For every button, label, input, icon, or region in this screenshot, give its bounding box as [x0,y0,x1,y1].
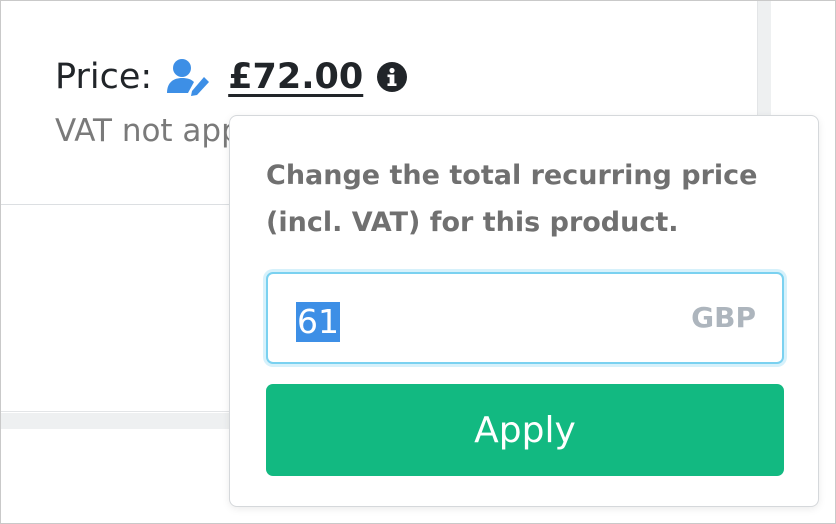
price-input-group[interactable]: 61 GBP [266,272,784,364]
window-frame: Price: £72.00 VAT not app Change the tot… [0,0,836,524]
price-amount-link[interactable]: £72.00 [228,57,363,97]
currency-suffix: GBP [691,301,756,334]
user-edit-icon[interactable] [166,57,212,97]
price-label: Price: [55,57,153,97]
vat-note: VAT not app [55,113,229,149]
price-change-popover: Change the total recurring price (incl. … [229,115,819,507]
apply-button[interactable]: Apply [266,384,784,476]
info-circle-icon[interactable] [377,62,408,92]
selected-input-text: 61 [296,302,340,342]
popover-description: Change the total recurring price (incl. … [266,160,758,238]
price-input[interactable] [294,298,674,342]
price-row: Price: £72.00 [55,55,408,99]
